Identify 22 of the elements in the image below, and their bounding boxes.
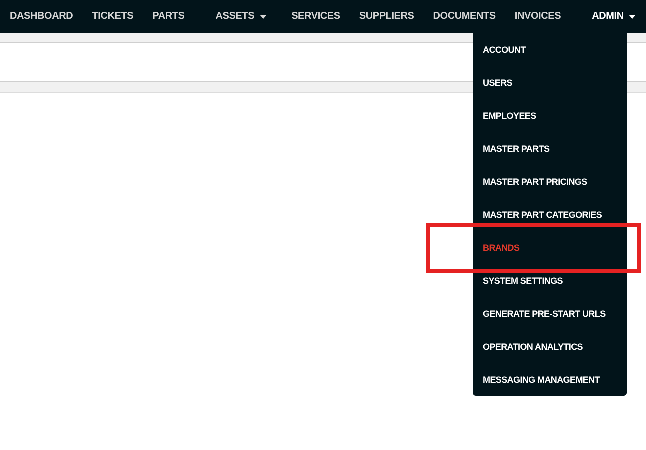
menu-item[interactable]: BRANDS bbox=[473, 231, 627, 264]
menu-item[interactable]: ACCOUNT bbox=[473, 33, 627, 66]
menu-item[interactable]: MESSAGING MANAGEMENT bbox=[473, 363, 627, 396]
menu-item[interactable]: GENERATE PRE-START URLS bbox=[473, 297, 627, 330]
caret-icon bbox=[260, 14, 267, 18]
nav-link[interactable]: DASHBOARD bbox=[10, 0, 74, 33]
menu-item[interactable]: USERS bbox=[473, 66, 627, 99]
nav-link[interactable]: ASSETS bbox=[216, 0, 267, 33]
nav-link[interactable]: SUPPLIERS bbox=[359, 0, 414, 33]
nav-link[interactable]: INVOICES bbox=[514, 0, 562, 33]
menu-item[interactable]: OPERATION ANALYTICS bbox=[473, 330, 627, 363]
menu-item[interactable]: MASTER PART CATEGORIES bbox=[473, 198, 627, 231]
menu-item[interactable]: EMPLOYEES bbox=[473, 99, 627, 132]
nav-link[interactable]: PARTS bbox=[152, 0, 185, 33]
nav-link[interactable]: DOCUMENTS bbox=[433, 0, 496, 33]
menu-item[interactable]: MASTER PARTS bbox=[473, 132, 627, 165]
menu-item[interactable]: SYSTEM SETTINGS bbox=[473, 264, 627, 297]
caret-icon bbox=[628, 14, 636, 18]
nav-link[interactable]: TICKETS bbox=[92, 0, 134, 33]
nav-link[interactable]: SERVICES bbox=[292, 0, 340, 33]
nav-link[interactable]: ADMIN bbox=[592, 0, 636, 33]
menu-item[interactable]: MASTER PART PRICINGS bbox=[473, 165, 627, 198]
